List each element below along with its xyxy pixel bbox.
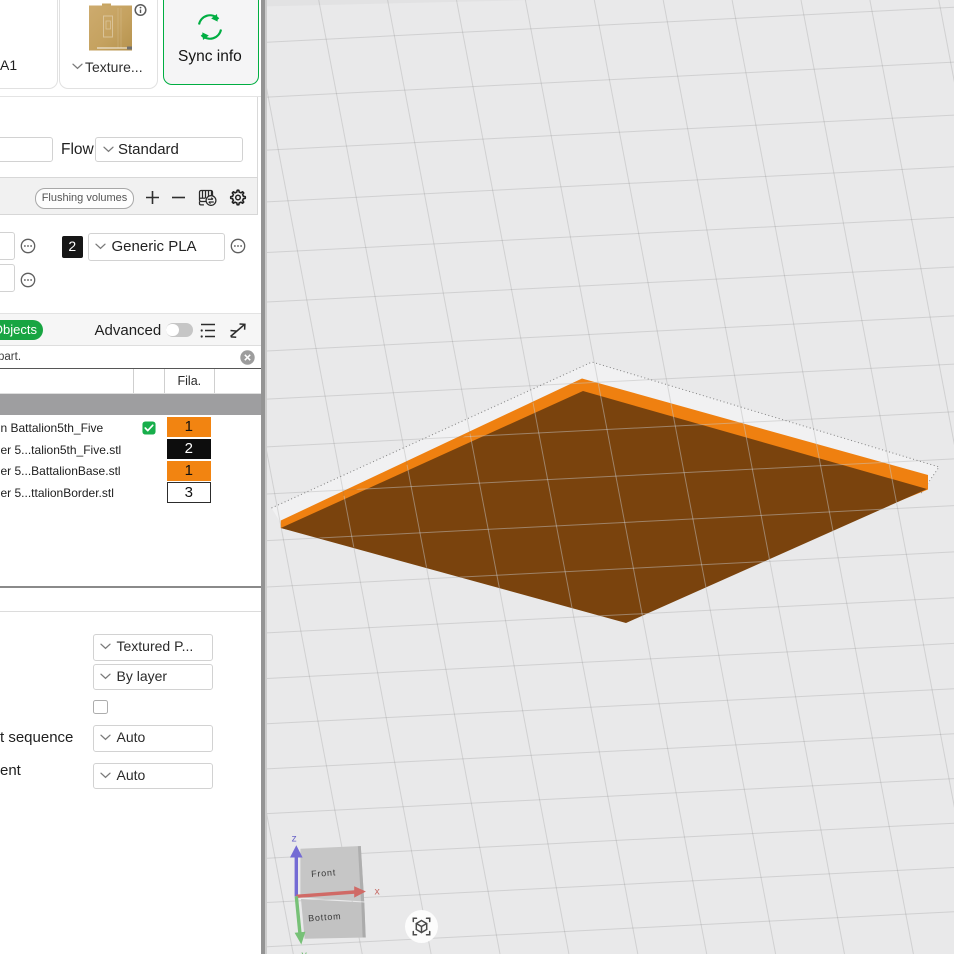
- svg-text:z: z: [292, 833, 297, 845]
- svg-text:Front: Front: [311, 867, 337, 879]
- svg-text:y: y: [302, 949, 308, 954]
- svg-text:x: x: [375, 886, 381, 898]
